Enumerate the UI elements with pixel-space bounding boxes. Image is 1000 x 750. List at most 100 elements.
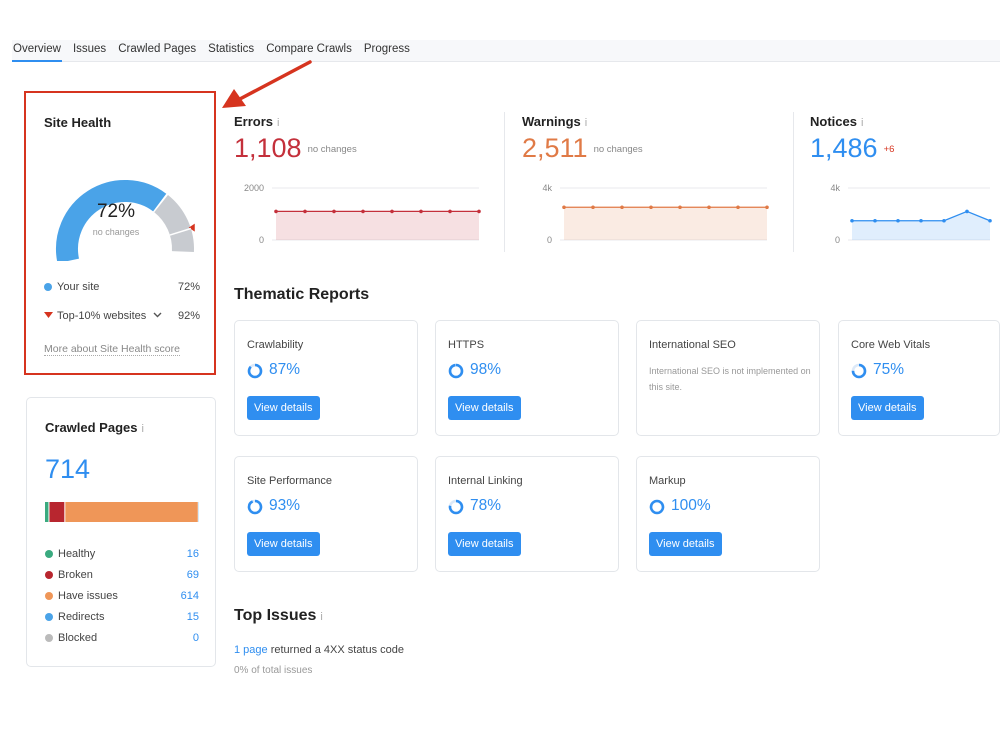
info-icon[interactable]: i: [585, 117, 587, 129]
site-health-change: no changes: [92, 227, 140, 237]
report-percent[interactable]: 78%: [470, 497, 501, 515]
notices-value[interactable]: 1,486: [810, 133, 878, 163]
errors-value[interactable]: 1,108: [234, 133, 302, 163]
sparkline-point: [274, 209, 278, 214]
top-issue-text: returned a 4XX status code: [267, 644, 405, 656]
report-name: Crawlability: [247, 339, 304, 351]
thematic-reports-title: Thematic Reports: [234, 286, 370, 303]
sparkline-point: [942, 218, 946, 223]
notices-widget: Notices i 1,486 +6: [810, 114, 1000, 164]
tab-crawled-pages[interactable]: Crawled Pages: [117, 40, 197, 62]
info-icon[interactable]: i: [861, 117, 863, 129]
legend-value[interactable]: 0: [193, 632, 199, 644]
sparkline-point: [965, 209, 969, 214]
legend-value[interactable]: 69: [187, 569, 199, 581]
sparkline-point: [919, 218, 923, 223]
report-name: HTTPS: [448, 339, 485, 351]
view-details-button[interactable]: View details: [247, 396, 320, 420]
chevron-down-icon[interactable]: [153, 312, 162, 318]
your-site-row: Your site 72%: [44, 281, 200, 293]
view-details-button[interactable]: View details: [247, 532, 320, 556]
report-note: International SEO is not implemented on …: [649, 366, 811, 393]
sparkline-point: [620, 205, 624, 210]
progress-ring-icon: [448, 499, 464, 515]
site-health-card: Site Health 72% no changes Your site 72%…: [24, 91, 216, 375]
crawled-bar-segment-broken: [49, 502, 65, 522]
view-details-button[interactable]: View details: [448, 396, 521, 420]
report-percent[interactable]: 100%: [671, 497, 711, 515]
sparkline-point: [850, 218, 854, 223]
legend-dot: [45, 550, 53, 558]
view-details-button[interactable]: View details: [649, 532, 722, 556]
tab-issues[interactable]: Issues: [72, 40, 107, 62]
sparkline-point: [477, 209, 481, 214]
tab-overview[interactable]: Overview: [12, 40, 62, 62]
sparkline-point: [678, 205, 682, 210]
legend-label: Blocked: [58, 632, 98, 644]
view-details-button[interactable]: View details: [448, 532, 521, 556]
top10-value: 92%: [177, 310, 200, 322]
sparkline-point: [988, 218, 992, 223]
crawled-pages-title: Crawled Pages: [45, 420, 138, 435]
legend-label: Broken: [58, 569, 93, 581]
site-health-more-link[interactable]: More about Site Health score: [44, 343, 180, 356]
legend-dot: [45, 613, 53, 621]
info-icon[interactable]: i: [320, 611, 322, 623]
crawled-pages-total[interactable]: 714: [45, 454, 90, 485]
legend-value[interactable]: 614: [181, 590, 199, 602]
sparkline-point: [303, 209, 307, 214]
top10-row[interactable]: Top-10% websites 92%: [44, 310, 200, 322]
tab-progress[interactable]: Progress: [363, 40, 411, 62]
report-card-https: HTTPS 98% View details: [435, 320, 619, 436]
report-name: Internal Linking: [448, 475, 523, 487]
warnings-value[interactable]: 2,511: [522, 133, 588, 163]
site-health-percent: 72%: [96, 201, 136, 222]
info-icon[interactable]: i: [277, 117, 279, 129]
errors-widget: Errors i 1,108 no changes: [234, 114, 489, 164]
sparkline-area: [276, 211, 479, 240]
report-card-markup: Markup 100% View details: [636, 456, 820, 572]
top10-label: Top-10% websites: [57, 310, 147, 322]
report-card-international-seo: International SEO International SEO is no…: [636, 320, 820, 436]
report-percent[interactable]: 87%: [269, 361, 300, 379]
sparkline-point: [765, 205, 769, 210]
notices-sparkline: 4k 0: [830, 183, 992, 245]
top-issue-share: 0% of total issues: [234, 665, 434, 677]
sparkline-point: [649, 205, 653, 210]
report-name: Site Performance: [247, 475, 332, 487]
legend-value[interactable]: 16: [187, 548, 199, 560]
report-card-crawlability: Crawlability 87% View details: [234, 320, 418, 436]
y-axis-max-label: 2000: [244, 183, 264, 193]
view-details-button[interactable]: View details: [851, 396, 924, 420]
crawled-pages-card: Crawled Pages i 714 Healthy 16 Broken 69 Have…: [26, 397, 216, 667]
warnings-label: Warnings: [522, 114, 581, 129]
sparkline-area: [564, 207, 767, 240]
legend-dot: [45, 592, 53, 600]
progress-ring-icon: [247, 499, 263, 515]
sparkline-point: [562, 205, 566, 210]
sparkline-point: [390, 209, 394, 214]
report-percent[interactable]: 75%: [873, 361, 904, 379]
sparkline-point: [707, 205, 711, 210]
report-card-internal-linking: Internal Linking 78% View details: [435, 456, 619, 572]
info-icon[interactable]: i: [142, 423, 144, 435]
notices-label: Notices: [810, 114, 857, 129]
your-site-dot: [44, 283, 52, 291]
legend-label: Healthy: [58, 548, 96, 560]
errors-sparkline: 2000 0: [244, 183, 481, 245]
crawled-legend-row: Broken 69: [45, 569, 199, 581]
warnings-change: no changes: [593, 144, 643, 155]
report-percent[interactable]: 93%: [269, 497, 300, 515]
annotation-arrow: [222, 60, 312, 108]
legend-value[interactable]: 15: [187, 611, 199, 623]
progress-ring-icon: [851, 363, 867, 379]
crawled-legend-row: Blocked 0: [45, 632, 199, 644]
errors-change: no changes: [307, 144, 357, 155]
y-axis-max-label: 4k: [830, 183, 840, 193]
sparkline-point: [361, 209, 365, 214]
top-issue-link[interactable]: 1 page: [234, 644, 268, 656]
y-axis-min-label: 0: [835, 235, 840, 245]
tab-bar: Overview Issues Crawled Pages Statistics…: [12, 40, 1000, 62]
sparkline-point: [448, 209, 452, 214]
report-percent[interactable]: 98%: [470, 361, 501, 379]
